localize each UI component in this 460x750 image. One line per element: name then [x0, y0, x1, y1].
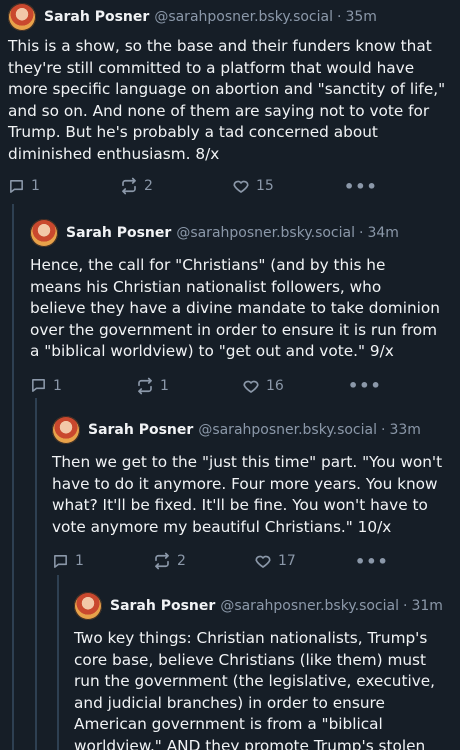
like-button[interactable]: 16	[242, 377, 348, 395]
repost-button[interactable]: 2	[120, 177, 232, 195]
more-icon: •••	[348, 376, 382, 395]
timestamp[interactable]: 34m	[367, 225, 398, 241]
timestamp[interactable]: 31m	[411, 598, 442, 614]
reply-count: 1	[75, 553, 84, 569]
thread-rail	[12, 204, 14, 750]
post-2[interactable]: Sarah Posner @sarahposner.bsky.social · …	[30, 218, 440, 399]
post-3[interactable]: Sarah Posner @sarahposner.bsky.social · …	[52, 415, 447, 574]
timestamp[interactable]: 33m	[389, 422, 420, 438]
like-count: 17	[278, 553, 296, 569]
like-button[interactable]: 17	[254, 552, 355, 570]
more-icon: •••	[355, 551, 389, 571]
thread-rail	[35, 398, 37, 750]
author-name[interactable]: Sarah Posner	[88, 422, 193, 438]
author-handle[interactable]: @sarahposner.bsky.social	[154, 9, 333, 25]
repost-icon	[138, 377, 152, 394]
separator: ·	[381, 422, 386, 438]
repost-button[interactable]: 1	[136, 377, 242, 395]
repost-count: 2	[177, 553, 186, 569]
reply-icon	[54, 554, 67, 568]
reply-icon	[10, 179, 23, 193]
heart-icon	[243, 380, 259, 393]
post-actions: 1 2 17 •••	[52, 548, 447, 574]
reply-button[interactable]: 1	[8, 178, 120, 195]
like-count: 16	[266, 377, 284, 394]
author-name[interactable]: Sarah Posner	[66, 225, 171, 241]
post-actions: 1 1 16 •••	[30, 373, 440, 399]
post-header: Sarah Posner @sarahposner.bsky.social · …	[52, 415, 447, 445]
post-header: Sarah Posner @sarahposner.bsky.social · …	[30, 218, 440, 248]
avatar[interactable]	[30, 219, 58, 247]
post-header: Sarah Posner @sarahposner.bsky.social · …	[8, 2, 448, 32]
thread-rail	[57, 575, 59, 750]
heart-icon	[255, 555, 271, 568]
post-4[interactable]: Sarah Posner @sarahposner.bsky.social · …	[74, 591, 450, 750]
reply-count: 1	[53, 377, 62, 394]
post-text: Then we get to the "just this time" part…	[52, 453, 448, 536]
separator: ·	[337, 9, 342, 25]
like-button[interactable]: 15	[232, 177, 344, 195]
repost-icon	[122, 177, 136, 195]
author-name[interactable]: Sarah Posner	[110, 598, 215, 614]
author-name[interactable]: Sarah Posner	[44, 9, 149, 25]
reply-button[interactable]: 1	[52, 553, 153, 570]
more-icon: •••	[344, 176, 378, 196]
reply-button[interactable]: 1	[30, 377, 136, 394]
more-options-button[interactable]: •••	[348, 376, 382, 395]
repost-count: 1	[160, 377, 169, 394]
author-handle[interactable]: @sarahposner.bsky.social	[176, 225, 355, 241]
author-handle[interactable]: @sarahposner.bsky.social	[198, 422, 377, 438]
repost-button[interactable]: 2	[153, 552, 254, 570]
post-text: Two key things: Christian nationalists, …	[74, 629, 436, 750]
heart-icon	[233, 180, 249, 193]
author-handle[interactable]: @sarahposner.bsky.social	[220, 598, 399, 614]
post-actions: 1 2 15 •••	[8, 173, 448, 199]
avatar[interactable]	[74, 592, 102, 620]
repost-count: 2	[144, 178, 153, 194]
post-header: Sarah Posner @sarahposner.bsky.social · …	[74, 591, 450, 621]
reply-count: 1	[31, 178, 40, 194]
post-text: This is a show, so the base and their fu…	[8, 37, 451, 163]
timestamp[interactable]: 35m	[345, 9, 376, 25]
repost-icon	[155, 552, 169, 570]
post-text: Hence, the call for "Christians" (and by…	[30, 256, 445, 360]
separator: ·	[403, 598, 408, 614]
separator: ·	[359, 225, 364, 241]
more-options-button[interactable]: •••	[344, 177, 378, 196]
avatar[interactable]	[52, 416, 80, 444]
like-count: 15	[256, 178, 274, 194]
more-options-button[interactable]: •••	[355, 552, 389, 571]
reply-icon	[32, 379, 45, 392]
post-1[interactable]: Sarah Posner @sarahposner.bsky.social · …	[8, 2, 448, 199]
avatar[interactable]	[8, 3, 36, 31]
